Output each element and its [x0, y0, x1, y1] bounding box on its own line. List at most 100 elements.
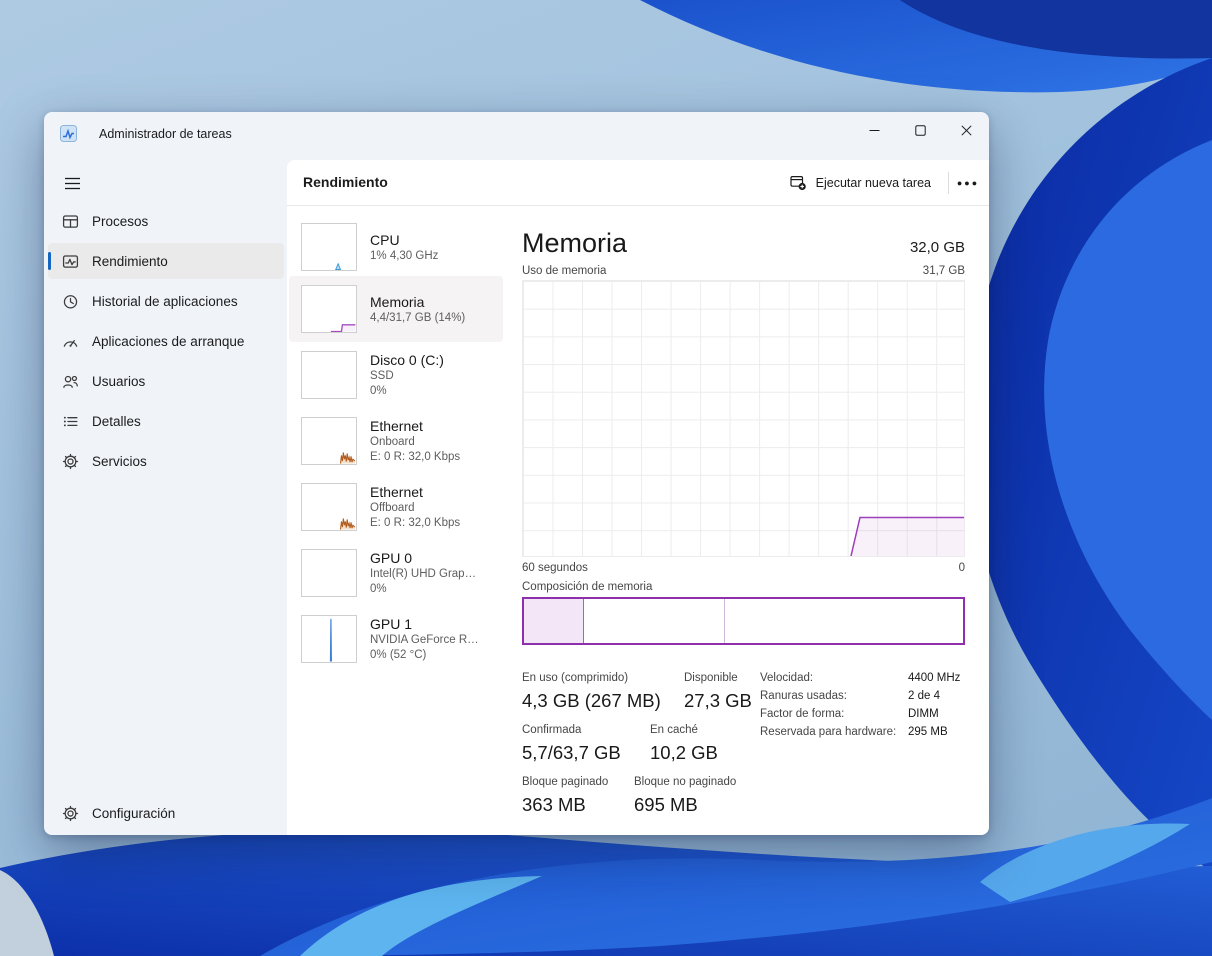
sidebar-item-label: Detalles [92, 414, 141, 429]
sidebar-item-label: Procesos [92, 214, 148, 229]
perf-item-gpu-1[interactable]: GPU 1 NVIDIA GeForce R… 0% (52 °C) [289, 606, 503, 672]
memory-detail-pane: Memoria 32,0 GB Uso de memoria 31,7 GB 6… [505, 206, 989, 835]
perf-item-name: Ethernet [370, 417, 460, 435]
performance-icon [62, 253, 79, 270]
sidebar-item-label: Servicios [92, 454, 147, 469]
users-icon [62, 373, 79, 390]
perf-item-sub: NVIDIA GeForce R… [370, 633, 479, 648]
hardware-label: Factor de forma: [760, 708, 844, 720]
cpu-thumbnail-graph [301, 223, 357, 271]
maximize-button[interactable] [897, 112, 943, 148]
perf-item-name: GPU 0 [370, 549, 476, 567]
perf-item-sub: Onboard [370, 435, 460, 450]
services-icon [62, 453, 79, 470]
sidebar-item-usuarios[interactable]: Usuarios [48, 363, 284, 399]
perf-item-sub: 0% [370, 384, 444, 399]
memory-usage-graph [522, 280, 965, 557]
perf-item-name: Memoria [370, 293, 465, 311]
hardware-value: 295 MB [908, 726, 948, 738]
close-icon [961, 125, 972, 136]
perf-item-cpu[interactable]: CPU 1% 4,30 GHz [289, 218, 503, 276]
run-new-task-label: Ejecutar nueva tarea [816, 176, 931, 190]
perf-item-sub: SSD [370, 369, 444, 384]
memory-thumbnail-graph [301, 285, 357, 333]
stat-value: 695 MB [634, 794, 698, 816]
ethernet-thumbnail-graph [301, 483, 357, 531]
hardware-label: Reservada para hardware: [760, 726, 896, 738]
perf-item-name: Ethernet [370, 483, 460, 501]
gpu0-thumbnail-graph [301, 549, 357, 597]
stat-label: En caché [650, 724, 698, 736]
gpu1-thumbnail-graph [301, 615, 357, 663]
minimize-button[interactable] [851, 112, 897, 148]
perf-item-ethernet-offboard[interactable]: Ethernet Offboard E: 0 R: 32,0 Kbps [289, 474, 503, 540]
more-options-button[interactable]: ●●● [953, 167, 983, 199]
task-manager-app-icon [60, 125, 77, 142]
task-manager-window: Administrador de tareas [44, 112, 989, 835]
sidebar: Procesos Rendimiento Historial de aplica… [48, 203, 284, 483]
close-button[interactable] [943, 112, 989, 148]
ethernet-thumbnail-graph [301, 417, 357, 465]
hardware-label: Velocidad: [760, 672, 813, 684]
stat-label: Bloque no paginado [634, 776, 736, 788]
sidebar-item-procesos[interactable]: Procesos [48, 203, 284, 239]
new-task-icon [790, 175, 807, 191]
stat-value: 5,7/63,7 GB [522, 742, 621, 764]
perf-item-name: Disco 0 (C:) [370, 351, 444, 369]
stat-value: 10,2 GB [650, 742, 718, 764]
memory-statistics: En uso (comprimido) 4,3 GB (267 MB) Disp… [522, 670, 965, 835]
stat-value: 363 MB [522, 794, 586, 816]
gear-icon [62, 805, 79, 822]
sidebar-footer: Configuración [48, 795, 284, 835]
sidebar-item-rendimiento[interactable]: Rendimiento [48, 243, 284, 279]
memory-total-capacity: 32,0 GB [522, 239, 965, 256]
perf-item-sub: 0% [370, 582, 476, 597]
time-axis-right-label: 0 [522, 562, 965, 574]
composition-segment-in-use [524, 599, 584, 643]
selected-accent-bar [48, 252, 51, 270]
startup-apps-icon [62, 333, 79, 350]
sidebar-item-label: Aplicaciones de arranque [92, 334, 244, 349]
perf-item-sub: 4,4/31,7 GB (14%) [370, 311, 465, 326]
hardware-value: 4400 MHz [908, 672, 960, 684]
run-new-task-button[interactable]: Ejecutar nueva tarea [780, 167, 941, 199]
sidebar-item-configuracion[interactable]: Configuración [48, 795, 284, 831]
sidebar-item-historial[interactable]: Historial de aplicaciones [48, 283, 284, 319]
composition-segment-divider [724, 599, 725, 643]
perf-item-ethernet-onboard[interactable]: Ethernet Onboard E: 0 R: 32,0 Kbps [289, 408, 503, 474]
memory-usage-series [523, 281, 964, 556]
main-panel: Rendimiento Ejecutar nueva tarea ●●● [287, 160, 989, 835]
perf-item-sub: Offboard [370, 501, 460, 516]
stat-value: 27,3 GB [684, 690, 752, 712]
sidebar-item-detalles[interactable]: Detalles [48, 403, 284, 439]
hardware-label: Ranuras usadas: [760, 690, 847, 702]
sidebar-item-label: Historial de aplicaciones [92, 294, 238, 309]
app-history-icon [62, 293, 79, 310]
perf-item-sub: 0% (52 °C) [370, 648, 479, 663]
stat-label: En uso (comprimido) [522, 672, 628, 684]
perf-item-memoria[interactable]: Memoria 4,4/31,7 GB (14%) [289, 276, 503, 342]
performance-list: CPU 1% 4,30 GHz Memoria 4,4/31,7 GB (14%… [289, 206, 503, 835]
navigation-menu-button[interactable] [56, 168, 88, 198]
sidebar-item-label: Usuarios [92, 374, 145, 389]
memory-composition-bar [522, 597, 965, 645]
stat-label: Confirmada [522, 724, 581, 736]
perf-item-disco-0[interactable]: Disco 0 (C:) SSD 0% [289, 342, 503, 408]
page-header: Rendimiento Ejecutar nueva tarea ●●● [287, 160, 989, 206]
settings-label: Configuración [92, 806, 175, 821]
stat-label: Disponible [684, 672, 738, 684]
memory-composition-label: Composición de memoria [522, 581, 652, 593]
perf-item-sub: E: 0 R: 32,0 Kbps [370, 516, 460, 531]
sidebar-item-servicios[interactable]: Servicios [48, 443, 284, 479]
perf-item-gpu-0[interactable]: GPU 0 Intel(R) UHD Grap… 0% [289, 540, 503, 606]
processes-icon [62, 213, 79, 230]
perf-item-name: GPU 1 [370, 615, 479, 633]
stat-label: Bloque paginado [522, 776, 608, 788]
header-divider [948, 172, 949, 194]
stat-value: 4,3 GB (267 MB) [522, 690, 661, 712]
window-controls [851, 112, 989, 148]
hamburger-icon [64, 176, 81, 191]
perf-item-sub: E: 0 R: 32,0 Kbps [370, 450, 460, 465]
graph-scale-max: 31,7 GB [522, 265, 965, 277]
sidebar-item-arranque[interactable]: Aplicaciones de arranque [48, 323, 284, 359]
